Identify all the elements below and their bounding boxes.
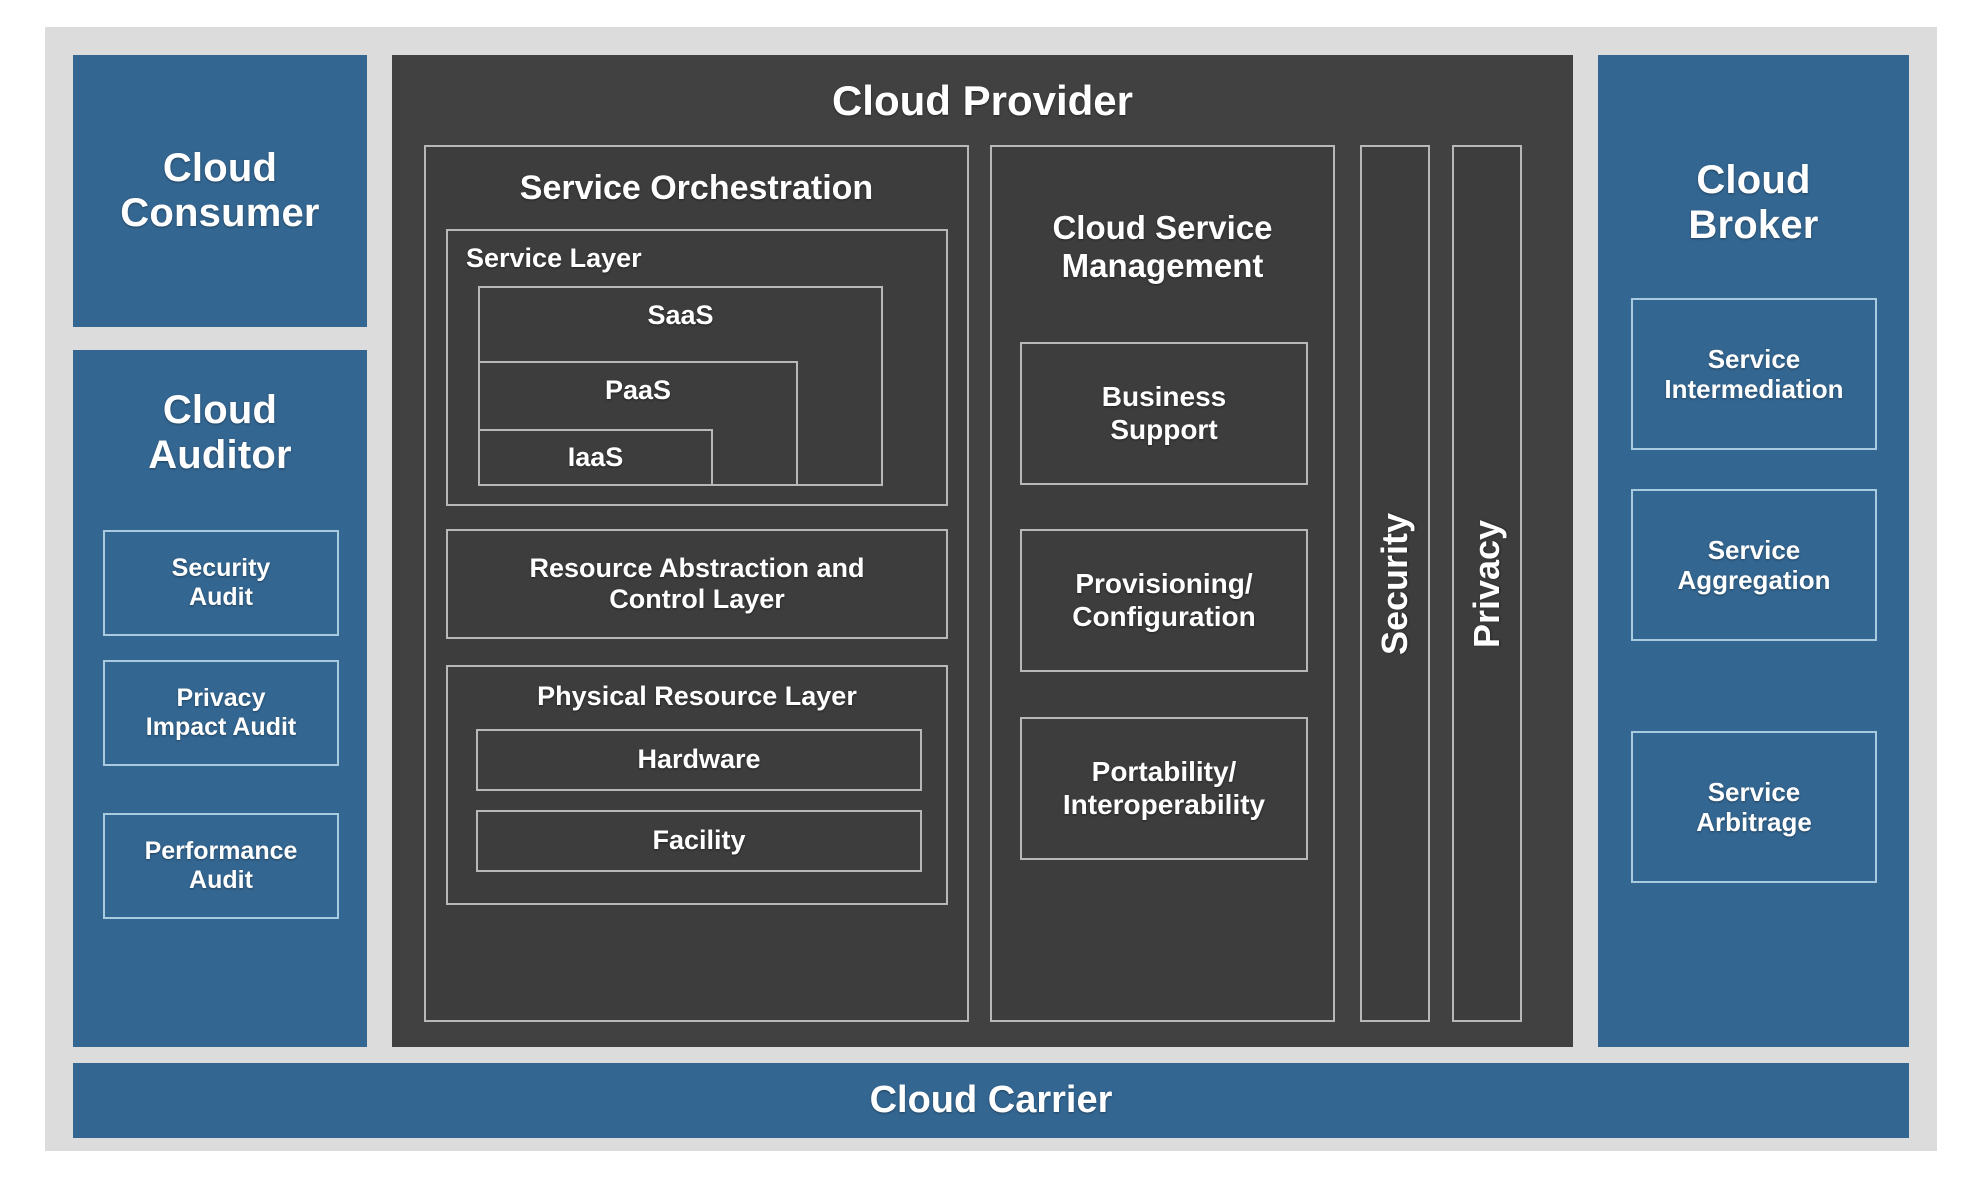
- physical-resource-item-hardware[interactable]: Hardware: [476, 729, 922, 791]
- auditor-item-security-audit[interactable]: Security Audit: [103, 530, 339, 636]
- cloud-auditor-title: Cloud Auditor: [148, 388, 292, 478]
- service-layer-level-iaas[interactable]: IaaS: [478, 429, 713, 486]
- csm-item-provisioning-configuration[interactable]: Provisioning/ Configuration: [1020, 529, 1308, 672]
- service-layer-level-saas-label: SaaS: [647, 300, 714, 330]
- cloud-broker-title: Cloud Broker: [1688, 158, 1818, 248]
- cloud-broker-panel[interactable]: Cloud Broker Service Intermediation Serv…: [1598, 55, 1909, 1047]
- cloud-consumer-title: Cloud Consumer: [120, 146, 319, 236]
- service-orchestration-title: Service Orchestration: [519, 169, 874, 207]
- csm-item-portability-interoperability-label: Portability/ Interoperability: [1062, 756, 1266, 820]
- broker-item-service-aggregation[interactable]: Service Aggregation: [1631, 489, 1877, 641]
- service-layer-level-iaas-label: IaaS: [567, 442, 624, 472]
- service-layer-title: Service Layer: [466, 243, 642, 273]
- cloud-consumer-panel[interactable]: Cloud Consumer: [73, 55, 367, 327]
- cloud-provider-panel[interactable]: Cloud Provider Service Orchestration Ser…: [392, 55, 1573, 1047]
- cloud-broker-title-line2: Broker: [1688, 202, 1819, 247]
- service-layer-box[interactable]: Service Layer SaaS PaaS IaaS: [446, 229, 948, 506]
- physical-resource-layer-box[interactable]: Physical Resource Layer Hardware Facilit…: [446, 665, 948, 905]
- cloud-consumer-title-line2: Consumer: [120, 191, 320, 235]
- cloud-carrier-label: Cloud Carrier: [869, 1079, 1113, 1121]
- service-orchestration-box[interactable]: Service Orchestration Service Layer SaaS…: [424, 145, 969, 1022]
- resource-abstraction-control-layer-label: Resource Abstraction and Control Layer: [529, 552, 865, 614]
- cloud-consumer-title-line1: Cloud: [162, 146, 278, 191]
- cloud-service-management-title: Cloud Service Management: [1052, 209, 1273, 285]
- privacy-column-label: Privacy: [1466, 519, 1508, 648]
- security-column-label: Security: [1374, 512, 1416, 655]
- physical-resource-item-hardware-label: Hardware: [637, 744, 761, 775]
- auditor-item-privacy-impact-audit-label: Privacy Impact Audit: [145, 684, 297, 741]
- auditor-item-privacy-impact-audit[interactable]: Privacy Impact Audit: [103, 660, 339, 766]
- cloud-provider-title: Cloud Provider: [831, 77, 1134, 124]
- auditor-item-performance-audit[interactable]: Performance Audit: [103, 813, 339, 919]
- physical-resource-item-facility-label: Facility: [652, 825, 746, 856]
- cloud-auditor-title-line1: Cloud: [162, 388, 278, 432]
- security-column-box[interactable]: Security: [1360, 145, 1430, 1022]
- cloud-carrier-bar[interactable]: Cloud Carrier: [73, 1063, 1909, 1138]
- broker-item-service-intermediation-label: Service Intermediation: [1664, 343, 1844, 404]
- csm-item-provisioning-configuration-label: Provisioning/ Configuration: [1072, 568, 1256, 632]
- cloud-auditor-panel[interactable]: Cloud Auditor Security Audit Privacy Imp…: [73, 350, 367, 1047]
- cloud-broker-title-line1: Cloud: [1696, 158, 1811, 202]
- csm-item-business-support[interactable]: Business Support: [1020, 342, 1308, 485]
- auditor-item-performance-audit-label: Performance Audit: [144, 837, 298, 894]
- diagram-canvas: Cloud Consumer Cloud Auditor Security Au…: [0, 0, 1982, 1178]
- auditor-item-security-audit-label: Security Audit: [171, 554, 271, 611]
- privacy-column-box[interactable]: Privacy: [1452, 145, 1522, 1022]
- cloud-service-management-box[interactable]: Cloud Service Management Business Suppor…: [990, 145, 1335, 1022]
- physical-resource-item-facility[interactable]: Facility: [476, 810, 922, 872]
- cloud-auditor-title-line2: Auditor: [148, 432, 292, 477]
- service-layer-level-paas-label: PaaS: [604, 375, 672, 405]
- physical-resource-layer-title: Physical Resource Layer: [537, 681, 857, 711]
- csm-item-portability-interoperability[interactable]: Portability/ Interoperability: [1020, 717, 1308, 860]
- broker-item-service-intermediation[interactable]: Service Intermediation: [1631, 298, 1877, 450]
- broker-item-service-arbitrage[interactable]: Service Arbitrage: [1631, 731, 1877, 883]
- broker-item-service-arbitrage-label: Service Arbitrage: [1696, 776, 1812, 837]
- resource-abstraction-control-layer-box[interactable]: Resource Abstraction and Control Layer: [446, 529, 948, 639]
- csm-item-business-support-label: Business Support: [1101, 381, 1227, 445]
- broker-item-service-aggregation-label: Service Aggregation: [1677, 534, 1831, 595]
